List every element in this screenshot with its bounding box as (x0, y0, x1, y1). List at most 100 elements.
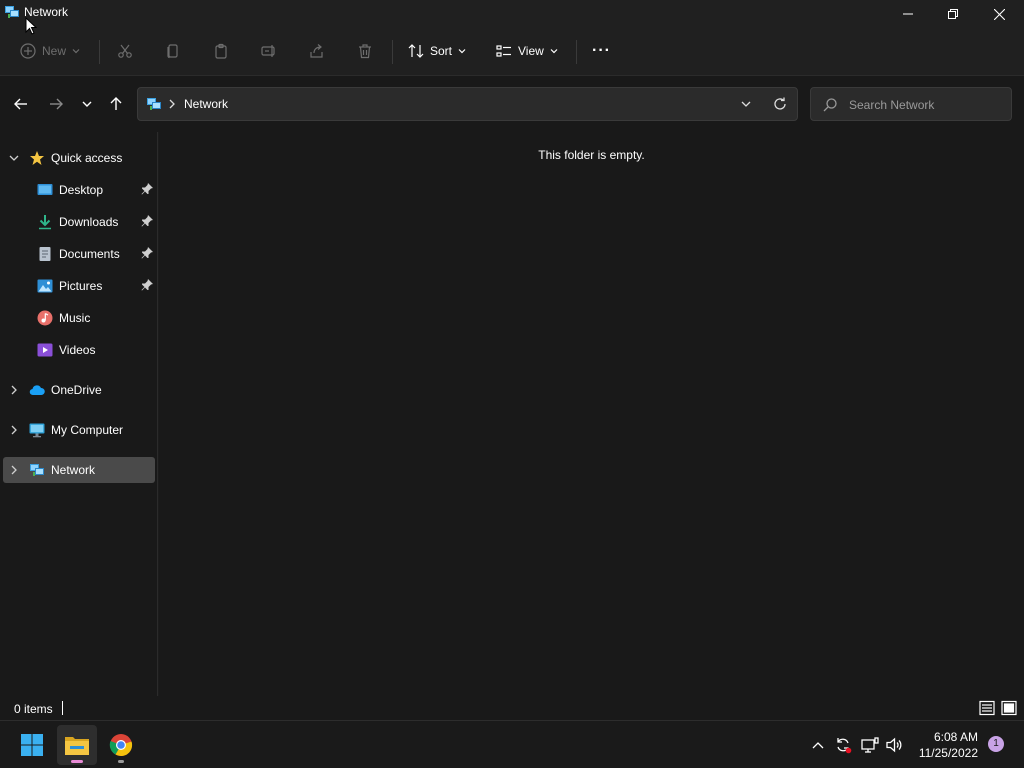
expand-toggle[interactable] (9, 152, 19, 166)
item-count: 0 items (14, 702, 53, 716)
network-status-button[interactable] (860, 733, 880, 757)
rename-icon (261, 45, 275, 57)
clock-time: 6:08 AM (933, 730, 978, 744)
music-icon (37, 310, 53, 326)
up-button[interactable] (102, 92, 130, 116)
more-options-button[interactable]: ··· (592, 38, 611, 64)
back-button[interactable] (7, 92, 35, 116)
more-icon: ··· (592, 42, 611, 59)
forward-button[interactable] (42, 92, 70, 116)
sidebar-item-music[interactable]: Music (3, 305, 155, 331)
expand-toggle[interactable] (9, 424, 19, 438)
file-list[interactable]: This folder is empty. (159, 132, 1024, 696)
pin-icon (141, 183, 153, 198)
network-icon (30, 464, 44, 476)
address-bar[interactable]: Network (137, 87, 798, 121)
pin-icon (141, 279, 153, 294)
sidebar-item-pictures[interactable]: Pictures (3, 273, 155, 299)
sidebar-item-documents[interactable]: Documents (3, 241, 155, 267)
taskbar-chrome[interactable] (101, 725, 141, 765)
divider (392, 40, 393, 64)
mouse-cursor-icon (25, 17, 37, 35)
speaker-icon (886, 737, 902, 753)
sidebar-item-network[interactable]: Network (3, 457, 155, 483)
paste-button[interactable] (213, 38, 229, 64)
address-row: Network (0, 76, 1024, 132)
plus-circle-icon (20, 43, 36, 59)
start-button[interactable] (12, 725, 52, 765)
pin-icon (141, 247, 153, 262)
sidebar-item-quick-access[interactable]: Quick access (3, 145, 155, 171)
trash-icon (359, 44, 371, 59)
show-hidden-icons-button[interactable] (808, 733, 828, 757)
chevron-down-icon (458, 49, 466, 54)
taskbar: 6:08 AM 11/25/2022 1 (0, 720, 1024, 768)
chevron-up-icon (812, 742, 824, 749)
chevron-down-icon (72, 49, 80, 54)
sync-status-button[interactable] (833, 733, 853, 757)
chevron-down-icon (550, 49, 558, 54)
close-button[interactable] (976, 0, 1022, 28)
status-bar: 0 items (0, 696, 1024, 720)
new-label: New (42, 44, 67, 58)
scissors-icon (118, 44, 132, 58)
volume-button[interactable] (885, 733, 905, 757)
computer-icon (29, 423, 45, 438)
restore-icon (948, 9, 958, 19)
delete-button[interactable] (357, 38, 373, 64)
chevron-down-icon (9, 155, 19, 161)
sort-label: Sort (430, 44, 453, 58)
recent-locations-button[interactable] (73, 92, 101, 116)
documents-icon (39, 247, 51, 261)
chrome-icon (109, 734, 133, 757)
sidebar-item-label: Desktop (59, 183, 104, 197)
cut-button[interactable] (117, 38, 133, 64)
taskbar-file-explorer[interactable] (57, 725, 97, 765)
sidebar-item-videos[interactable]: Videos (3, 337, 155, 363)
windows-logo-icon (21, 734, 43, 756)
network-icon (147, 98, 161, 110)
sidebar-item-label: Music (59, 311, 91, 325)
refresh-button[interactable] (772, 96, 788, 115)
address-history-button[interactable] (740, 98, 752, 113)
rename-button[interactable] (261, 38, 277, 64)
empty-folder-message: This folder is empty. (538, 148, 645, 162)
sort-button[interactable]: Sort (408, 38, 466, 64)
videos-icon (37, 343, 53, 357)
pin-icon (141, 215, 153, 230)
divider (99, 40, 100, 64)
sidebar-item-label: Pictures (59, 279, 103, 293)
title-bar[interactable]: Network (0, 0, 1024, 28)
minimize-button[interactable] (885, 0, 931, 28)
navigation-pane[interactable]: Quick access Desktop Downloads Documents… (0, 132, 158, 696)
search-icon (823, 98, 837, 115)
tiles-view-button[interactable] (1000, 699, 1018, 717)
active-app-indicator (71, 760, 83, 763)
notification-badge[interactable]: 1 (988, 736, 1004, 752)
view-button[interactable]: View (496, 38, 558, 64)
expand-toggle[interactable] (9, 384, 19, 398)
system-clock[interactable]: 6:08 AM 11/25/2022 (908, 729, 978, 761)
details-view-icon (979, 700, 995, 716)
chevron-right-icon (11, 425, 17, 435)
expand-toggle[interactable] (9, 464, 19, 478)
clock-date: 11/25/2022 (918, 746, 978, 760)
share-button[interactable] (309, 38, 325, 64)
new-button[interactable]: New (20, 38, 80, 64)
sidebar-item-desktop[interactable]: Desktop (3, 177, 155, 203)
breadcrumb-network[interactable]: Network (184, 97, 228, 111)
copy-button[interactable] (165, 38, 181, 64)
sidebar-item-label: My Computer (51, 423, 124, 437)
search-input[interactable] (849, 96, 1007, 114)
sidebar-item-onedrive[interactable]: OneDrive (3, 377, 155, 403)
details-view-button[interactable] (978, 699, 996, 717)
close-icon (993, 8, 1005, 20)
restore-button[interactable] (930, 0, 976, 28)
search-box[interactable] (810, 87, 1012, 121)
breadcrumb-separator[interactable] (168, 98, 176, 112)
divider (576, 40, 577, 64)
network-icon (5, 6, 19, 18)
sidebar-item-my-computer[interactable]: My Computer (3, 417, 155, 443)
desktop-icon (37, 184, 53, 195)
sidebar-item-downloads[interactable]: Downloads (3, 209, 155, 235)
